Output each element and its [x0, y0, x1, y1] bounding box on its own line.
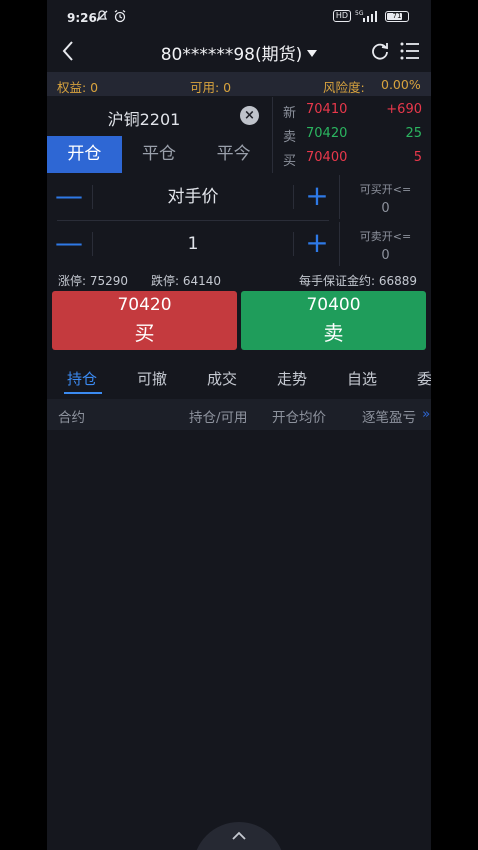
quote-panel: 新 70410 +690 卖 70420 25 买 70400 5	[272, 97, 431, 173]
risk-label: 风险度:	[323, 80, 365, 95]
price-limits: 涨停: 75290 跌停: 64140 每手保证金约: 66889	[47, 270, 431, 290]
quote-volume: 5	[413, 150, 422, 165]
can-buy-info: 可买开<= 0	[339, 175, 431, 219]
quote-volume: 25	[405, 126, 422, 141]
tab-close-today[interactable]: 平今	[196, 136, 271, 173]
pull-up-handle[interactable]	[193, 822, 285, 850]
network-label: 5G	[355, 10, 364, 17]
record-tabs: 持仓 可撤 成交 走势 自选 委	[47, 360, 431, 396]
symbol-name: 沪铜2201	[107, 110, 181, 129]
quote-price: 70420	[306, 126, 348, 141]
menu-list-icon[interactable]	[399, 40, 421, 62]
sell-label: 卖	[323, 321, 344, 345]
margin-per-lot: 每手保证金约: 66889	[299, 274, 418, 288]
signal-icon: 5G	[355, 10, 377, 22]
sell-button[interactable]: 70400 卖	[241, 291, 426, 350]
buy-price: 70420	[117, 295, 172, 315]
quantity-input[interactable]: 1	[93, 222, 293, 266]
refresh-icon[interactable]	[369, 40, 391, 62]
nav-bar: 80******98(期货)	[47, 36, 431, 70]
limit-down: 跌停: 64140	[151, 274, 222, 288]
quote-label: 新	[283, 106, 297, 121]
account-summary-bar: 权益: 0 可用: 0 风险度: 0.00%	[47, 72, 431, 96]
col-avg-open-price: 开仓均价	[272, 410, 326, 426]
status-right-icons: HD 5G 71	[332, 10, 409, 22]
tab-watchlist[interactable]: 自选	[347, 368, 377, 389]
status-bar: 9:26 HD 5G 71	[47, 0, 431, 36]
status-time: 9:26	[67, 11, 97, 25]
col-position-available: 持仓/可用	[189, 410, 248, 426]
tab-trades[interactable]: 成交	[207, 368, 237, 389]
quantity-increase-button[interactable]: +	[295, 228, 339, 260]
quote-row-bid: 买 70400 5	[273, 150, 431, 174]
alarm-icon	[114, 9, 126, 23]
can-buy-label: 可买开<=	[359, 183, 412, 196]
scroll-more-icon[interactable]: »	[422, 406, 430, 422]
tab-orders[interactable]: 委	[417, 368, 431, 389]
tab-cancelable[interactable]: 可撤	[137, 368, 167, 389]
quantity-field: — 1 +	[47, 222, 339, 266]
can-sell-label: 可卖开<=	[359, 230, 412, 243]
status-left-icons	[95, 9, 127, 23]
quantity-decrease-button[interactable]: —	[47, 228, 91, 260]
tab-positions[interactable]: 持仓	[67, 368, 97, 389]
price-field: — 对手价 +	[47, 175, 339, 219]
price-decrease-button[interactable]: —	[47, 181, 91, 213]
col-contract: 合约	[58, 410, 85, 426]
price-increase-button[interactable]: +	[295, 181, 339, 213]
can-sell-value: 0	[381, 248, 390, 263]
notification-muted-icon	[96, 10, 108, 22]
available-label: 可用: 0	[190, 80, 232, 95]
limit-up: 涨停: 75290	[58, 274, 129, 288]
buy-button[interactable]: 70420 买	[52, 291, 237, 350]
quote-row-ask: 卖 70420 25	[273, 126, 431, 150]
battery-level: 71	[392, 11, 402, 20]
app-screen: 9:26 HD 5G 71 80******98(期货) 权益: 0 可用: 0…	[47, 0, 431, 850]
battery-icon: 71	[385, 10, 409, 22]
quote-price: 70400	[306, 150, 348, 165]
active-tab-indicator	[64, 392, 102, 394]
caret-down-icon	[307, 50, 318, 57]
quote-row-last: 新 70410 +690	[273, 102, 431, 126]
clear-icon[interactable]: ×	[240, 106, 259, 125]
symbol-input[interactable]: 沪铜2201 ×	[47, 97, 271, 135]
can-buy-value: 0	[381, 201, 390, 216]
sell-price: 70400	[306, 295, 361, 315]
quote-price: 70410	[306, 102, 348, 117]
quote-label: 卖	[283, 130, 297, 145]
hd-icon: HD	[332, 10, 351, 22]
quote-change: +690	[386, 102, 422, 117]
positions-table-header: 合约 持仓/可用 开仓均价 逐笔盈亏 »	[47, 399, 431, 430]
col-pnl: 逐笔盈亏	[362, 410, 416, 426]
order-mode-tabs: 开仓 平仓 平今	[47, 136, 271, 173]
risk-value: 0.00%	[381, 77, 421, 92]
quote-label: 买	[283, 154, 297, 169]
tab-open-position[interactable]: 开仓	[47, 136, 122, 173]
can-sell-info: 可卖开<= 0	[339, 222, 431, 266]
price-input[interactable]: 对手价	[93, 175, 293, 219]
tab-trend[interactable]: 走势	[277, 368, 307, 389]
buy-label: 买	[134, 321, 155, 345]
tab-close-position[interactable]: 平仓	[122, 136, 197, 173]
account-title: 80******98(期货)	[160, 45, 303, 65]
chevron-up-icon	[232, 831, 246, 840]
equity-label: 权益: 0	[57, 80, 99, 95]
